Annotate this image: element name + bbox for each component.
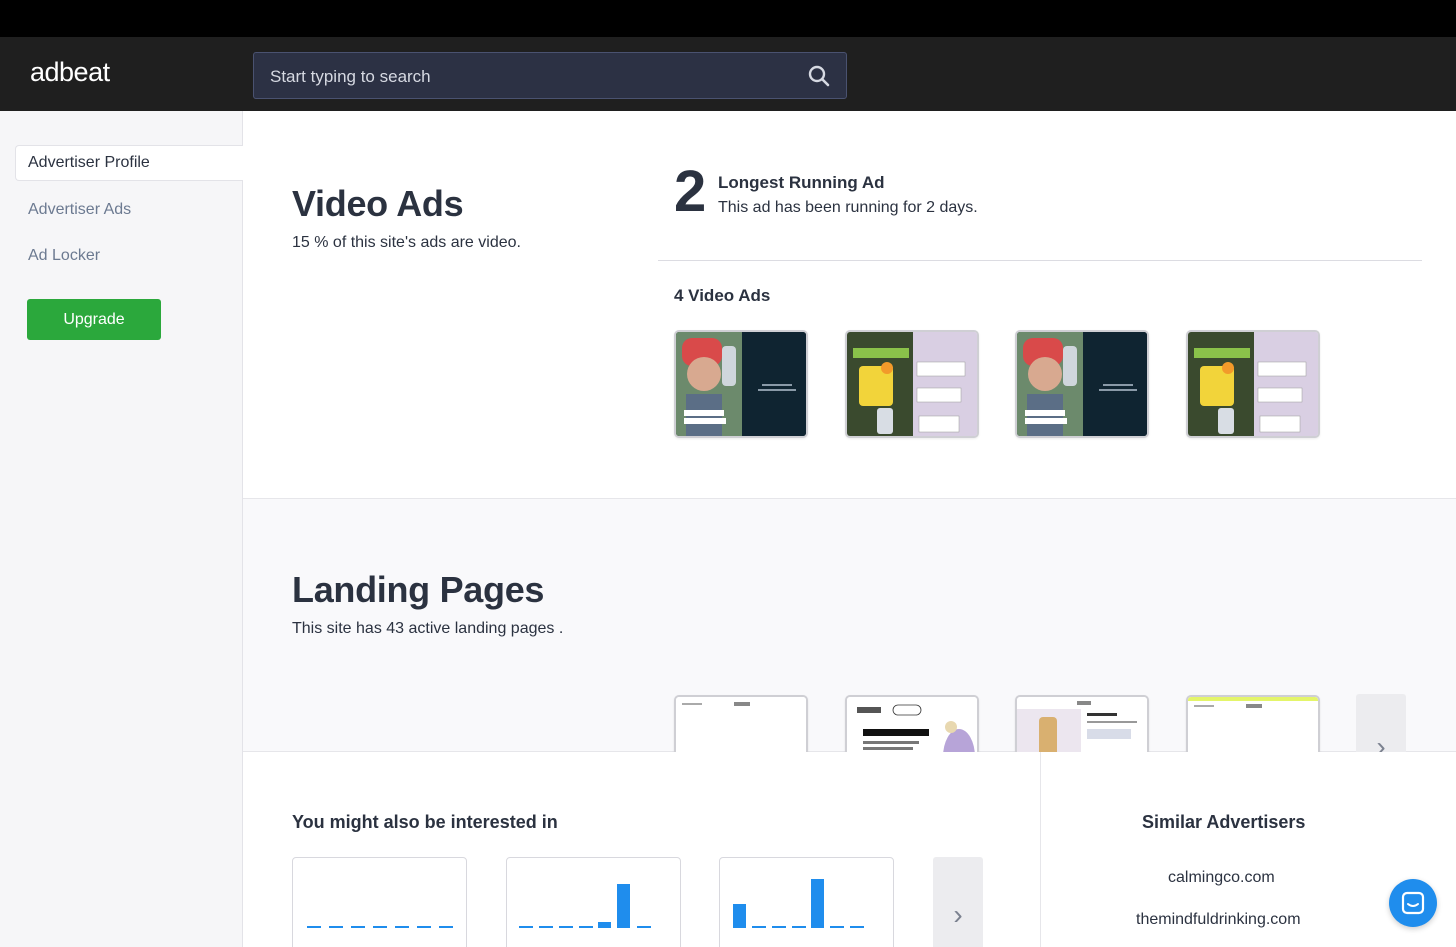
- column-divider: [1040, 752, 1041, 947]
- sidebar-item-advertiser-profile[interactable]: Advertiser Profile: [15, 145, 244, 181]
- upgrade-button[interactable]: Upgrade: [27, 299, 161, 340]
- search-placeholder: Start typing to search: [270, 67, 431, 86]
- longest-running-text: This ad has been running for 2 days.: [718, 199, 978, 216]
- video-ads-subtitle: 15 % of this site's ads are video.: [292, 234, 521, 251]
- interest-title: You might also be interested in: [292, 812, 558, 832]
- video-ads-title: Video Ads: [292, 183, 464, 224]
- sidebar-item-advertiser-ads[interactable]: Advertiser Ads: [28, 201, 131, 219]
- bottom-section: You might also be interested in › Simila…: [243, 752, 1456, 947]
- similar-advertiser-link[interactable]: calmingco.com: [1168, 869, 1275, 887]
- video-ad-thumbnail[interactable]: [674, 330, 808, 438]
- sidebar-item-label: Advertiser Profile: [28, 154, 150, 171]
- video-ad-thumbnail[interactable]: [1186, 330, 1320, 438]
- suggested-advertiser-card[interactable]: [719, 857, 894, 947]
- app-header: adbeat Start typing to search: [0, 37, 1456, 111]
- suggested-advertiser-card[interactable]: [292, 857, 467, 947]
- landing-pages-title: Landing Pages: [292, 569, 545, 610]
- search-input[interactable]: Start typing to search: [253, 52, 847, 99]
- similar-advertiser-link[interactable]: themindfuldrinking.com: [1136, 911, 1301, 929]
- sidebar-item-ad-locker[interactable]: Ad Locker: [28, 247, 100, 265]
- similar-advertisers-title: Similar Advertisers: [1142, 812, 1306, 832]
- video-ads-count: 4 Video Ads: [674, 286, 771, 305]
- suggested-advertiser-card[interactable]: [506, 857, 681, 947]
- longest-running-title: Longest Running Ad: [718, 173, 885, 192]
- top-black-bar: [0, 0, 1456, 37]
- landing-pages-subtitle: This site has 43 active landing pages .: [292, 620, 564, 637]
- chat-icon: [1401, 891, 1425, 915]
- landing-pages-section: Landing Pages This site has 43 active la…: [243, 499, 1456, 804]
- video-ads-section: Video Ads 15 % of this site's ads are vi…: [243, 111, 1456, 499]
- sidebar: Advertiser Profile Advertiser Ads Ad Loc…: [0, 111, 244, 947]
- video-ad-thumbnail[interactable]: [1015, 330, 1149, 438]
- longest-running-days: 2: [674, 159, 707, 224]
- adbeat-logo[interactable]: adbeat: [30, 57, 110, 88]
- main-content: Video Ads 15 % of this site's ads are vi…: [243, 111, 1456, 947]
- chat-button[interactable]: [1389, 879, 1437, 927]
- video-ad-thumbnail[interactable]: [845, 330, 979, 438]
- chevron-right-icon: ›: [953, 899, 963, 930]
- search-icon[interactable]: [808, 65, 830, 87]
- interest-next-button[interactable]: ›: [933, 857, 983, 947]
- section-divider: [658, 260, 1422, 261]
